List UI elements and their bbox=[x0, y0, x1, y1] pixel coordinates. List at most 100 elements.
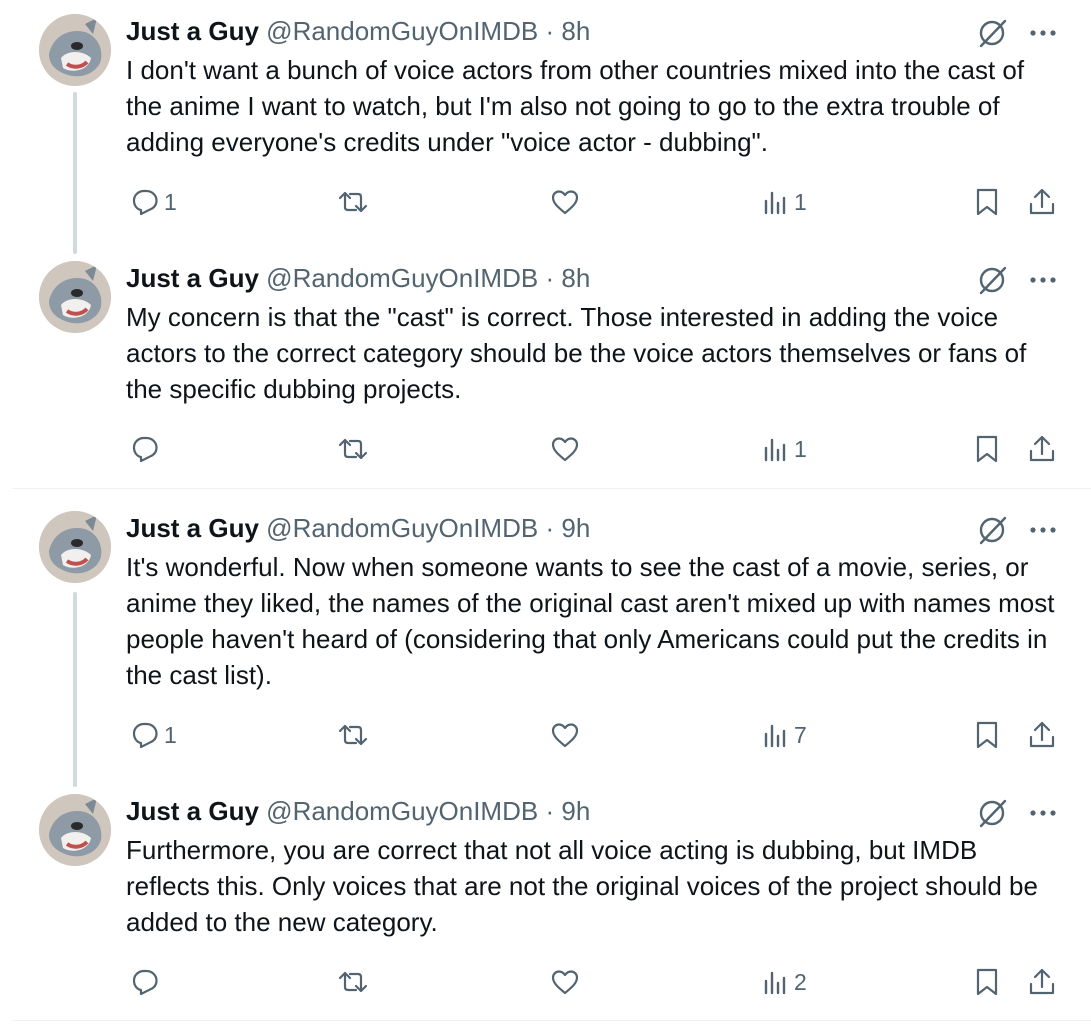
bookmark-button[interactable] bbox=[973, 429, 1001, 469]
bookmark-icon bbox=[973, 967, 1001, 997]
share-button[interactable] bbox=[1027, 962, 1057, 1002]
conversation-feed: Just a Guy @RandomGuyOnIMDB · 8h I don't… bbox=[0, 0, 1091, 1029]
timestamp[interactable]: 8h bbox=[561, 263, 590, 293]
retweet-button[interactable] bbox=[337, 182, 373, 222]
retweet-icon bbox=[337, 967, 369, 997]
avatar[interactable] bbox=[39, 14, 111, 86]
tweet-actions: 1 bbox=[0, 429, 1091, 469]
heart-icon bbox=[550, 187, 580, 217]
views-button[interactable]: 7 bbox=[762, 715, 807, 755]
retweet-icon bbox=[337, 187, 369, 217]
separator-dot: · bbox=[545, 16, 555, 46]
timestamp[interactable]: 8h bbox=[561, 16, 590, 46]
views-icon bbox=[762, 434, 790, 464]
tweet-header: Just a Guy @RandomGuyOnIMDB · 9h bbox=[126, 794, 1051, 828]
reply-count: 1 bbox=[164, 721, 177, 748]
timestamp[interactable]: 9h bbox=[561, 796, 590, 826]
tweet[interactable]: Just a Guy @RandomGuyOnIMDB · 8h I don't… bbox=[0, 0, 1091, 244]
views-icon bbox=[762, 187, 790, 217]
more-icon[interactable] bbox=[1028, 18, 1058, 53]
avatar[interactable] bbox=[39, 794, 111, 866]
views-count: 1 bbox=[794, 435, 807, 462]
tweet-text: I don't want a bunch of voice actors fro… bbox=[126, 55, 1025, 157]
share-button[interactable] bbox=[1027, 715, 1057, 755]
views-count: 7 bbox=[794, 721, 807, 748]
reply-icon bbox=[130, 967, 160, 997]
retweet-button[interactable] bbox=[337, 962, 373, 1002]
username[interactable]: @RandomGuyOnIMDB bbox=[266, 513, 538, 543]
separator-dot: · bbox=[545, 796, 555, 826]
views-count: 2 bbox=[794, 968, 807, 995]
views-icon bbox=[762, 967, 790, 997]
avatar[interactable] bbox=[39, 511, 111, 583]
username[interactable]: @RandomGuyOnIMDB bbox=[266, 263, 538, 293]
views-icon bbox=[762, 720, 790, 750]
separator-dot: · bbox=[545, 263, 555, 293]
tweet-text: My concern is that the "cast" is correct… bbox=[126, 302, 1027, 404]
username[interactable]: @RandomGuyOnIMDB bbox=[266, 796, 538, 826]
share-icon bbox=[1027, 967, 1057, 997]
views-button[interactable]: 1 bbox=[762, 182, 807, 222]
reply-button[interactable]: 1 bbox=[130, 715, 177, 755]
divider bbox=[12, 1020, 1091, 1021]
thread-group-2: Just a Guy @RandomGuyOnIMDB · 9h It's wo… bbox=[0, 489, 1091, 1020]
reply-icon bbox=[130, 187, 160, 217]
views-count: 1 bbox=[794, 188, 807, 215]
display-name[interactable]: Just a Guy bbox=[126, 796, 259, 826]
grok-icon[interactable] bbox=[977, 798, 1009, 833]
tweet[interactable]: Just a Guy @RandomGuyOnIMDB · 9h Further… bbox=[0, 780, 1091, 1020]
share-icon bbox=[1027, 434, 1057, 464]
tweet-header: Just a Guy @RandomGuyOnIMDB · 8h bbox=[126, 261, 1051, 295]
reply-button[interactable] bbox=[130, 429, 164, 469]
bookmark-icon bbox=[973, 187, 1001, 217]
like-button[interactable] bbox=[550, 182, 584, 222]
more-icon[interactable] bbox=[1028, 515, 1058, 550]
avatar[interactable] bbox=[39, 261, 111, 333]
tweet[interactable]: Just a Guy @RandomGuyOnIMDB · 9h It's wo… bbox=[0, 497, 1091, 773]
tweet-text: Furthermore, you are correct that not al… bbox=[126, 835, 1038, 937]
reply-count: 1 bbox=[164, 188, 177, 215]
more-icon[interactable] bbox=[1028, 265, 1058, 300]
display-name[interactable]: Just a Guy bbox=[126, 513, 259, 543]
tweet[interactable]: Just a Guy @RandomGuyOnIMDB · 8h My conc… bbox=[0, 247, 1091, 487]
tweet-actions: 1 7 bbox=[0, 715, 1091, 755]
bookmark-icon bbox=[973, 720, 1001, 750]
retweet-button[interactable] bbox=[337, 715, 373, 755]
bookmark-icon bbox=[973, 434, 1001, 464]
grok-icon[interactable] bbox=[977, 265, 1009, 300]
bookmark-button[interactable] bbox=[973, 715, 1001, 755]
separator-dot: · bbox=[545, 513, 555, 543]
display-name[interactable]: Just a Guy bbox=[126, 16, 259, 46]
heart-icon bbox=[550, 720, 580, 750]
username[interactable]: @RandomGuyOnIMDB bbox=[266, 16, 538, 46]
heart-icon bbox=[550, 967, 580, 997]
retweet-button[interactable] bbox=[337, 429, 373, 469]
reply-icon bbox=[130, 720, 160, 750]
display-name[interactable]: Just a Guy bbox=[126, 263, 259, 293]
like-button[interactable] bbox=[550, 962, 584, 1002]
share-button[interactable] bbox=[1027, 429, 1057, 469]
more-icon[interactable] bbox=[1028, 798, 1058, 833]
bookmark-button[interactable] bbox=[973, 962, 1001, 1002]
tweet-header: Just a Guy @RandomGuyOnIMDB · 8h bbox=[126, 14, 1051, 48]
thread-group-1: Just a Guy @RandomGuyOnIMDB · 8h I don't… bbox=[0, 0, 1091, 488]
grok-icon[interactable] bbox=[977, 18, 1009, 53]
grok-icon[interactable] bbox=[977, 515, 1009, 550]
share-icon bbox=[1027, 720, 1057, 750]
views-button[interactable]: 1 bbox=[762, 429, 807, 469]
reply-button[interactable]: 1 bbox=[130, 182, 177, 222]
tweet-actions: 2 bbox=[0, 962, 1091, 1002]
bookmark-button[interactable] bbox=[973, 182, 1001, 222]
share-icon bbox=[1027, 187, 1057, 217]
like-button[interactable] bbox=[550, 429, 584, 469]
tweet-actions: 1 1 bbox=[0, 182, 1091, 222]
retweet-icon bbox=[337, 720, 369, 750]
retweet-icon bbox=[337, 434, 369, 464]
like-button[interactable] bbox=[550, 715, 584, 755]
timestamp[interactable]: 9h bbox=[561, 513, 590, 543]
reply-button[interactable] bbox=[130, 962, 164, 1002]
reply-icon bbox=[130, 434, 160, 464]
heart-icon bbox=[550, 434, 580, 464]
views-button[interactable]: 2 bbox=[762, 962, 807, 1002]
share-button[interactable] bbox=[1027, 182, 1057, 222]
